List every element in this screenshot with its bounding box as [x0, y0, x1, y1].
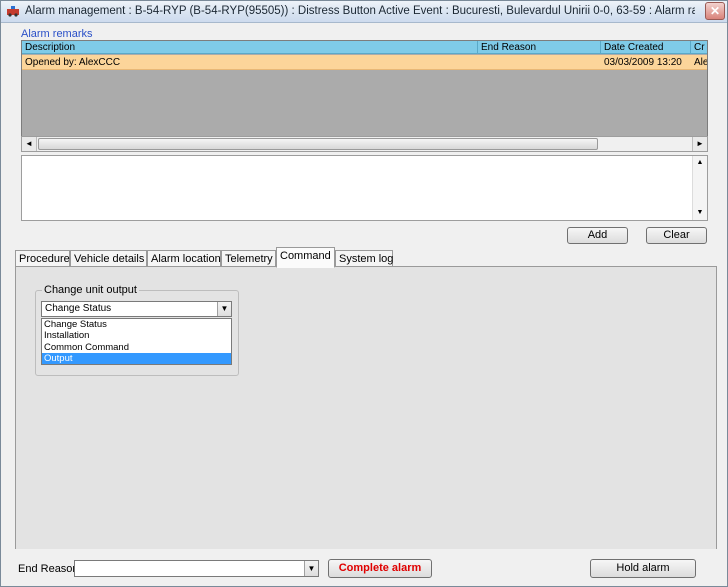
scroll-down-icon[interactable]: ▼ [693, 206, 707, 220]
scroll-right-icon[interactable]: ► [692, 137, 707, 151]
complete-alarm-button[interactable]: Complete alarm [328, 559, 432, 578]
alarm-management-window: Alarm management : B-54-RYP (B-54-RYP(95… [0, 0, 728, 587]
close-icon: ✕ [709, 4, 721, 18]
grid-horizontal-scrollbar[interactable]: ◄ ► [21, 136, 708, 152]
cell-end-reason [478, 55, 601, 70]
scroll-thumb[interactable] [38, 138, 598, 150]
tab-command[interactable]: Command [276, 247, 335, 268]
window-title: Alarm management : B-54-RYP (B-54-RYP(95… [25, 5, 695, 17]
tab-telemetry[interactable]: Telemetry [221, 250, 276, 267]
cell-description: Opened by: AlexCCC [25, 57, 121, 68]
cell-created-by: Ale [694, 57, 708, 68]
column-header-created-by[interactable]: Cr [691, 41, 707, 54]
scroll-left-icon[interactable]: ◄ [22, 137, 37, 151]
scroll-up-icon[interactable]: ▲ [693, 156, 707, 170]
clear-button[interactable]: Clear [646, 227, 707, 244]
end-reason-label: End Reason: [18, 563, 82, 575]
command-tab-panel: Change unit output Change Status ▼ Chang… [15, 266, 717, 561]
alarm-app-icon [7, 6, 19, 17]
chevron-down-icon[interactable]: ▼ [217, 302, 231, 316]
grid-header: Description End Reason Date Created Cr [22, 41, 707, 54]
command-dropdown-list[interactable]: Change Status Installation Common Comman… [41, 318, 232, 365]
tab-alarm-location[interactable]: Alarm location [147, 250, 221, 267]
add-button[interactable]: Add [567, 227, 628, 244]
tab-system-log[interactable]: System log [335, 250, 393, 267]
cell-date-created: 03/03/2009 13:20 [604, 57, 682, 68]
tab-strip: Procedure Vehicle details Alarm location… [15, 247, 715, 268]
remark-vertical-scrollbar[interactable]: ▲ ▼ [692, 156, 707, 220]
column-header-date-created[interactable]: Date Created [601, 41, 691, 54]
hold-alarm-button[interactable]: Hold alarm [590, 559, 696, 578]
alarm-remarks-label: Alarm remarks [21, 28, 93, 40]
column-header-description[interactable]: Description [22, 41, 478, 54]
option-installation[interactable]: Installation [42, 330, 231, 341]
command-select-value: Change Status [45, 303, 112, 314]
table-row[interactable]: Opened by: AlexCCC 03/03/2009 13:20 Ale [22, 55, 708, 70]
remark-text-area[interactable]: ▲ ▼ [21, 155, 708, 221]
end-reason-select[interactable]: ▼ [74, 560, 319, 577]
group-label: Change unit output [42, 284, 139, 296]
title-bar: Alarm management : B-54-RYP (B-54-RYP(95… [1, 1, 727, 23]
close-button[interactable]: ✕ [705, 2, 725, 20]
option-common-command[interactable]: Common Command [42, 342, 231, 353]
option-change-status[interactable]: Change Status [42, 319, 231, 330]
tab-procedure[interactable]: Procedure [15, 250, 70, 267]
bottom-bar: End Reason: ▼ Complete alarm Hold alarm [1, 549, 727, 586]
tab-vehicle-details[interactable]: Vehicle details [70, 250, 147, 267]
column-header-end-reason[interactable]: End Reason [478, 41, 601, 54]
command-select[interactable]: Change Status ▼ [41, 301, 232, 317]
option-output[interactable]: Output [42, 352, 231, 364]
chevron-down-icon[interactable]: ▼ [304, 561, 318, 576]
client-area: Alarm remarks Description End Reason Dat… [1, 24, 727, 586]
